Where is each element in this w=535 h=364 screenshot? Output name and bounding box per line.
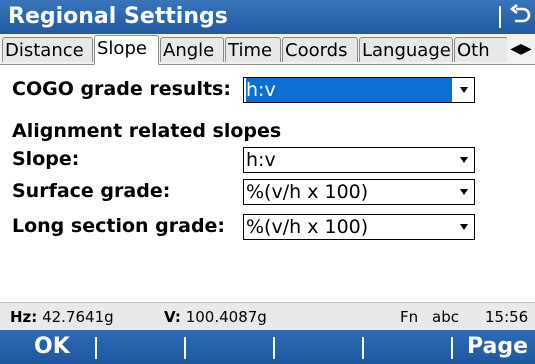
input-mode-indicator: abc <box>432 308 459 326</box>
section-heading: Alignment related slopes <box>12 120 282 142</box>
v-value: 100.4087g <box>185 308 267 326</box>
tab-angle[interactable]: Angle <box>160 37 224 62</box>
fkey-separator <box>451 337 453 359</box>
ok-button[interactable]: OK <box>34 330 70 364</box>
long-section-grade-value: %(v/h x 100) <box>246 216 369 238</box>
surface-grade-label: Surface grade: <box>12 180 171 202</box>
clock: 15:56 <box>485 308 529 326</box>
hz-value: 42.7641g <box>42 308 114 326</box>
v-readout: V: 100.4087g <box>164 308 267 326</box>
long-section-grade-label: Long section grade: <box>12 215 226 237</box>
window-title: Regional Settings <box>8 4 228 29</box>
tab-other[interactable]: Oth <box>454 37 508 62</box>
tab-bar: Distance Slope Angle Time Coords Languag… <box>0 34 535 65</box>
tab-scroll-right-icon[interactable]: ▶ <box>521 41 532 57</box>
chevron-down-icon <box>460 157 468 163</box>
surface-grade-dropdown[interactable]: %(v/h x 100) <box>243 179 475 205</box>
slope-dropdown[interactable]: h:v <box>243 147 475 173</box>
chevron-down-icon <box>460 189 468 195</box>
tab-distance[interactable]: Distance <box>2 37 93 62</box>
chevron-down-icon <box>460 224 468 230</box>
title-bar: Regional Settings <box>0 0 535 34</box>
fkey-separator <box>184 337 186 359</box>
chevron-down-icon <box>460 87 468 93</box>
hz-label: Hz: <box>10 308 38 326</box>
settings-panel: COGO grade results: h:v Alignment relate… <box>0 64 535 302</box>
cogo-grade-label: COGO grade results: <box>12 78 231 100</box>
long-section-grade-dropdown[interactable]: %(v/h x 100) <box>243 214 475 240</box>
tab-scroll-left-icon[interactable]: ◀ <box>510 41 521 57</box>
v-label: V: <box>164 308 181 326</box>
cogo-grade-value: h:v <box>246 78 452 102</box>
tab-time[interactable]: Time <box>225 37 281 62</box>
page-button[interactable]: Page <box>467 330 528 364</box>
tab-scroll-arrows[interactable]: ◀▶ <box>507 36 535 63</box>
back-icon <box>509 4 531 23</box>
fkey-separator <box>362 337 364 359</box>
function-key-bar: OK Page <box>0 330 535 364</box>
cogo-grade-dropdown[interactable]: h:v <box>243 77 475 103</box>
hz-readout: Hz: 42.7641g <box>10 308 114 326</box>
tab-language[interactable]: Language <box>359 37 453 62</box>
fkey-separator <box>95 337 97 359</box>
status-bar: Hz: 42.7641g V: 100.4087g Fn abc 15:56 <box>0 302 535 331</box>
slope-label: Slope: <box>12 148 80 170</box>
title-separator <box>499 6 501 28</box>
slope-value: h:v <box>246 149 276 171</box>
fkey-separator <box>273 337 275 359</box>
back-button[interactable] <box>499 0 535 34</box>
surface-grade-value: %(v/h x 100) <box>246 181 369 203</box>
fn-indicator: Fn <box>400 308 419 326</box>
tab-coords[interactable]: Coords <box>282 37 358 62</box>
tab-slope[interactable]: Slope <box>94 35 159 65</box>
